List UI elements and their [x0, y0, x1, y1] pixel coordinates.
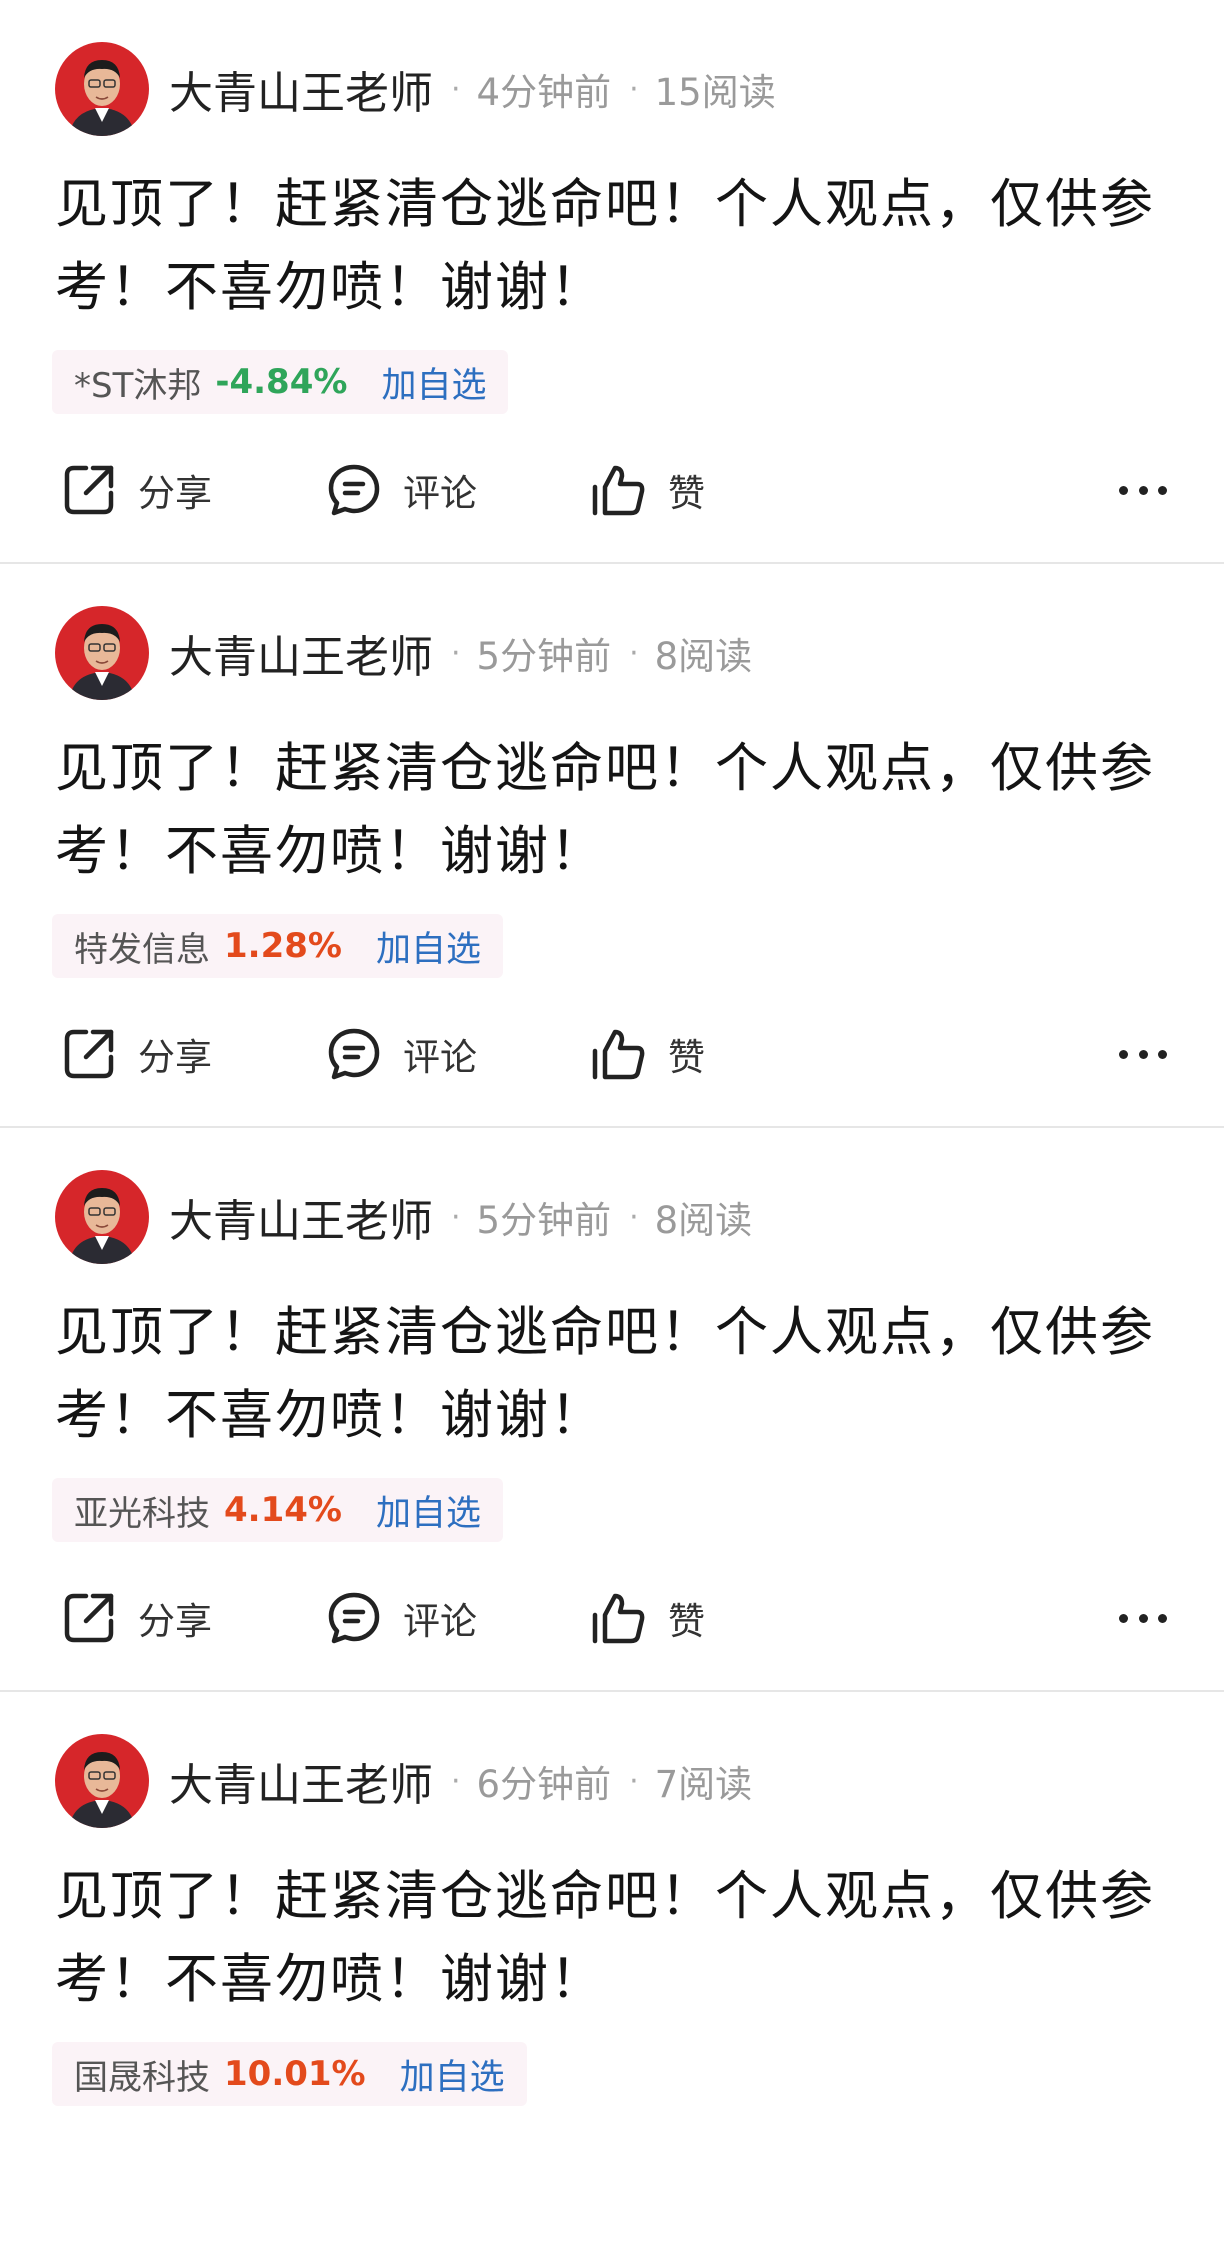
comment-label: 评论	[403, 1036, 477, 1079]
like-button[interactable]: 赞	[588, 1019, 705, 1089]
stock-change: 10.01%	[224, 2054, 366, 2094]
stock-tag[interactable]: 国晟科技 10.01% 加自选	[52, 2042, 527, 2106]
more-horizontal-icon	[1118, 485, 1128, 495]
thumbs-up-icon	[588, 1023, 650, 1085]
more-horizontal-icon	[1158, 1613, 1168, 1623]
comment-button[interactable]: 评论	[323, 455, 477, 525]
more-horizontal-icon	[1118, 1613, 1128, 1623]
add-to-watchlist-button[interactable]: 加自选	[400, 2049, 505, 2100]
share-external-icon	[58, 1587, 120, 1649]
meta-separator: ·	[629, 71, 639, 107]
post-content[interactable]: 见顶了！赶紧清仓逃命吧！个人观点，仅供参考！不喜勿喷！谢谢！	[55, 163, 1175, 329]
post-time: 6分钟前	[476, 1763, 612, 1806]
comment-label: 评论	[403, 1600, 477, 1643]
stock-name: 亚光科技	[74, 1493, 210, 1534]
comment-button[interactable]: 评论	[323, 1019, 477, 1089]
add-to-watchlist-button[interactable]: 加自选	[376, 1485, 481, 1536]
meta-separator: ·	[629, 635, 639, 671]
post-header: 大青山王老师 · 5分钟前 · 8阅读	[55, 606, 752, 700]
stock-name: *ST沐邦	[74, 365, 202, 406]
read-count: 7阅读	[654, 1763, 753, 1806]
share-external-icon	[58, 1023, 120, 1085]
read-count: 8阅读	[654, 635, 753, 678]
meta-separator: ·	[629, 1763, 639, 1799]
post-header: 大青山王老师 · 5分钟前 · 8阅读	[55, 1170, 752, 1264]
author-name[interactable]: 大青山王老师	[169, 57, 433, 121]
post-time: 4分钟前	[476, 71, 612, 114]
more-horizontal-icon	[1138, 1049, 1148, 1059]
stock-tag[interactable]: 亚光科技 4.14% 加自选	[52, 1478, 503, 1542]
share-button[interactable]: 分享	[58, 1583, 212, 1653]
meta-separator: ·	[451, 71, 461, 107]
post-feed: 大青山王老师 · 4分钟前 · 15阅读 见顶了！赶紧清仓逃命吧！个人观点，仅供…	[0, 0, 1224, 2256]
more-horizontal-icon	[1158, 485, 1168, 495]
post-actions: 分享 评论 赞	[58, 1019, 1178, 1089]
like-label: 赞	[668, 472, 705, 515]
more-options-button[interactable]	[1108, 1029, 1178, 1079]
stock-tag[interactable]: *ST沐邦 -4.84% 加自选	[52, 350, 509, 414]
comment-button[interactable]: 评论	[323, 1583, 477, 1653]
meta-separator: ·	[629, 1199, 639, 1235]
author-avatar[interactable]	[55, 1170, 149, 1264]
comment-bubble-icon	[323, 1023, 385, 1085]
post-content[interactable]: 见顶了！赶紧清仓逃命吧！个人观点，仅供参考！不喜勿喷！谢谢！	[55, 1855, 1175, 2021]
like-button[interactable]: 赞	[588, 1583, 705, 1653]
meta-separator: ·	[451, 1199, 461, 1235]
stock-tag[interactable]: 特发信息 1.28% 加自选	[52, 914, 503, 978]
author-avatar[interactable]	[55, 1734, 149, 1828]
read-count: 15阅读	[654, 71, 776, 114]
more-options-button[interactable]	[1108, 1593, 1178, 1643]
stock-name: 国晟科技	[74, 2057, 210, 2098]
meta-separator: ·	[451, 635, 461, 671]
more-horizontal-icon	[1138, 1613, 1148, 1623]
post-card[interactable]: 大青山王老师 · 5分钟前 · 8阅读 见顶了！赶紧清仓逃命吧！个人观点，仅供参…	[0, 1128, 1224, 1692]
post-content[interactable]: 见顶了！赶紧清仓逃命吧！个人观点，仅供参考！不喜勿喷！谢谢！	[55, 727, 1175, 893]
thumbs-up-icon	[588, 459, 650, 521]
more-horizontal-icon	[1158, 1049, 1168, 1059]
stock-name: 特发信息	[74, 929, 210, 970]
comment-label: 评论	[403, 472, 477, 515]
stock-change: 4.14%	[224, 1490, 342, 1530]
more-horizontal-icon	[1138, 485, 1148, 495]
author-avatar[interactable]	[55, 42, 149, 136]
like-button[interactable]: 赞	[588, 455, 705, 525]
author-name[interactable]: 大青山王老师	[169, 1749, 433, 1813]
stock-change: 1.28%	[224, 926, 342, 966]
read-count: 8阅读	[654, 1199, 753, 1242]
share-label: 分享	[138, 1600, 212, 1643]
post-card[interactable]: 大青山王老师 · 6分钟前 · 7阅读 见顶了！赶紧清仓逃命吧！个人观点，仅供参…	[0, 1692, 1224, 2256]
more-horizontal-icon	[1118, 1049, 1128, 1059]
share-external-icon	[58, 459, 120, 521]
post-content[interactable]: 见顶了！赶紧清仓逃命吧！个人观点，仅供参考！不喜勿喷！谢谢！	[55, 1291, 1175, 1457]
comment-bubble-icon	[323, 459, 385, 521]
share-label: 分享	[138, 472, 212, 515]
like-label: 赞	[668, 1036, 705, 1079]
more-options-button[interactable]	[1108, 465, 1178, 515]
post-header: 大青山王老师 · 6分钟前 · 7阅读	[55, 1734, 752, 1828]
post-header: 大青山王老师 · 4分钟前 · 15阅读	[55, 42, 776, 136]
add-to-watchlist-button[interactable]: 加自选	[376, 921, 481, 972]
author-name[interactable]: 大青山王老师	[169, 621, 433, 685]
post-card[interactable]: 大青山王老师 · 5分钟前 · 8阅读 见顶了！赶紧清仓逃命吧！个人观点，仅供参…	[0, 564, 1224, 1128]
stock-change: -4.84%	[215, 362, 348, 402]
meta-separator: ·	[451, 1763, 461, 1799]
author-avatar[interactable]	[55, 606, 149, 700]
share-button[interactable]: 分享	[58, 1019, 212, 1089]
author-name[interactable]: 大青山王老师	[169, 1185, 433, 1249]
share-button[interactable]: 分享	[58, 455, 212, 525]
post-time: 5分钟前	[476, 1199, 612, 1242]
thumbs-up-icon	[588, 1587, 650, 1649]
comment-bubble-icon	[323, 1587, 385, 1649]
post-actions: 分享 评论 赞	[58, 455, 1178, 525]
post-time: 5分钟前	[476, 635, 612, 678]
add-to-watchlist-button[interactable]: 加自选	[381, 357, 486, 408]
post-card[interactable]: 大青山王老师 · 4分钟前 · 15阅读 见顶了！赶紧清仓逃命吧！个人观点，仅供…	[0, 0, 1224, 564]
like-label: 赞	[668, 1600, 705, 1643]
post-actions: 分享 评论 赞	[58, 1583, 1178, 1653]
share-label: 分享	[138, 1036, 212, 1079]
